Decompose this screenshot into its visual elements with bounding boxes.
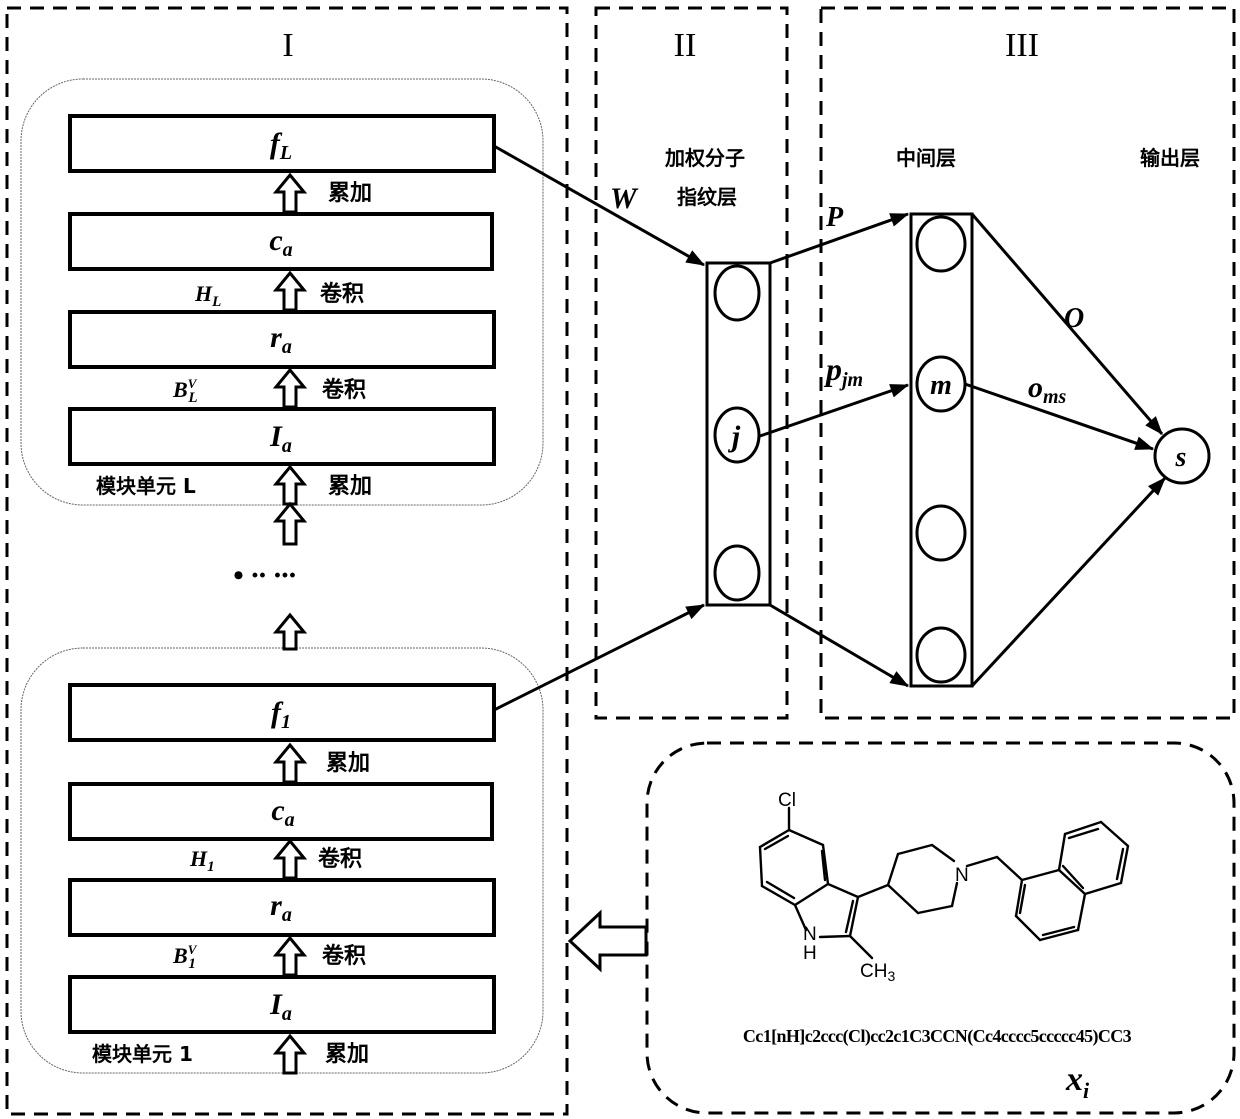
edge-hidden-bottom-to-output bbox=[970, 476, 1167, 688]
hidden-node-top bbox=[915, 215, 967, 273]
fingerprint-node-bottom bbox=[713, 544, 761, 602]
molecule-frame bbox=[645, 741, 1236, 1115]
module-unit-L-label: 模块单元 L bbox=[96, 474, 196, 498]
edge-o-ms-label: oms bbox=[1028, 371, 1067, 408]
op-convolution-label: 卷积 bbox=[321, 377, 366, 403]
hidden-node-bottom bbox=[915, 626, 967, 684]
hollow-up-arrow-icon bbox=[272, 742, 308, 784]
op-convolution-label: 卷积 bbox=[317, 846, 362, 872]
hollow-up-arrow-icon bbox=[272, 464, 308, 506]
edge-fingerprint-bottom-to-hidden bbox=[769, 603, 910, 688]
edge-W-label: W bbox=[610, 182, 639, 215]
edge-p-jm-label: pjm bbox=[823, 351, 863, 391]
smiles-string: Cc1[nH]c2ccc(Cl)cc2c1C3CCN(Cc4cccc5ccccc… bbox=[743, 1026, 1132, 1047]
hollow-up-arrow-icon bbox=[272, 367, 308, 409]
atom-nh-h-label: H bbox=[803, 943, 817, 964]
output-node-s-label: s bbox=[1175, 442, 1187, 473]
module-1: f1 ca ra Ia 累加 H1 卷积 BV 1 卷积 模块单元 1 累加 bbox=[68, 683, 496, 1075]
ellipsis: • ·· ··· bbox=[233, 559, 296, 592]
op-convolution-label: 卷积 bbox=[319, 281, 364, 307]
hollow-up-arrow-icon bbox=[272, 935, 308, 977]
op-accumulate-label: 累加 bbox=[326, 751, 370, 776]
edge-P-label: P bbox=[825, 202, 844, 233]
param-BLV-label: BV L bbox=[172, 376, 198, 406]
module-unit-1-label: 模块单元 1 bbox=[92, 1042, 193, 1066]
fingerprint-layer-title-line1: 加权分子 bbox=[664, 146, 745, 170]
atom-ch3-label: CH3 bbox=[860, 961, 895, 984]
fingerprint-layer-title-line2: 指纹层 bbox=[677, 185, 737, 209]
module-L: fL ca ra Ia 累加 HL 卷积 BV L 卷积 模块单元 L 累加 bbox=[68, 114, 496, 506]
atom-cl-label: Cl bbox=[778, 790, 796, 811]
atom-nh-n-label: N bbox=[803, 924, 817, 945]
hollow-up-arrow-icon bbox=[272, 172, 308, 214]
edge-f1-to-fingerprint bbox=[493, 603, 706, 712]
section-I-label: I bbox=[282, 27, 293, 64]
input-xi-label: xi bbox=[1065, 1061, 1090, 1103]
hidden-node-m-label: m bbox=[930, 370, 952, 401]
param-H1-label: H1 bbox=[189, 846, 215, 875]
hidden-layer-column bbox=[909, 212, 974, 688]
hollow-up-arrow-icon bbox=[272, 270, 308, 312]
output-layer-title: 输出层 bbox=[1140, 146, 1200, 170]
diagram-canvas: I II III fL ca ra Ia 累加 HL 卷积 BV L 卷积 模块单… bbox=[5, 6, 1236, 1116]
hollow-left-arrow-icon bbox=[567, 909, 648, 973]
atom-n-piperidine-label: N bbox=[955, 865, 969, 886]
edge-p-jm bbox=[759, 383, 910, 438]
hidden-node-3 bbox=[915, 504, 967, 562]
hidden-layer-title: 中间层 bbox=[896, 146, 956, 170]
param-B1V-label: BV 1 bbox=[172, 942, 198, 972]
hollow-up-arrow-icon bbox=[272, 501, 308, 546]
fingerprint-node-top bbox=[713, 264, 761, 322]
op-accumulate-label: 累加 bbox=[328, 181, 372, 206]
param-HL-label: HL bbox=[194, 281, 221, 310]
op-convolution-label: 卷积 bbox=[321, 943, 366, 969]
section-III-frame bbox=[819, 6, 1236, 720]
hollow-up-arrow-icon bbox=[272, 838, 308, 880]
edge-O-label: O bbox=[1064, 303, 1084, 334]
section-II-label: II bbox=[674, 27, 697, 64]
hollow-up-arrow-icon bbox=[272, 1033, 308, 1075]
op-accumulate-label: 累加 bbox=[325, 1042, 369, 1067]
op-accumulate-label: 累加 bbox=[328, 474, 372, 499]
section-III-label: III bbox=[1005, 27, 1039, 64]
hollow-up-arrow-icon bbox=[272, 612, 308, 651]
